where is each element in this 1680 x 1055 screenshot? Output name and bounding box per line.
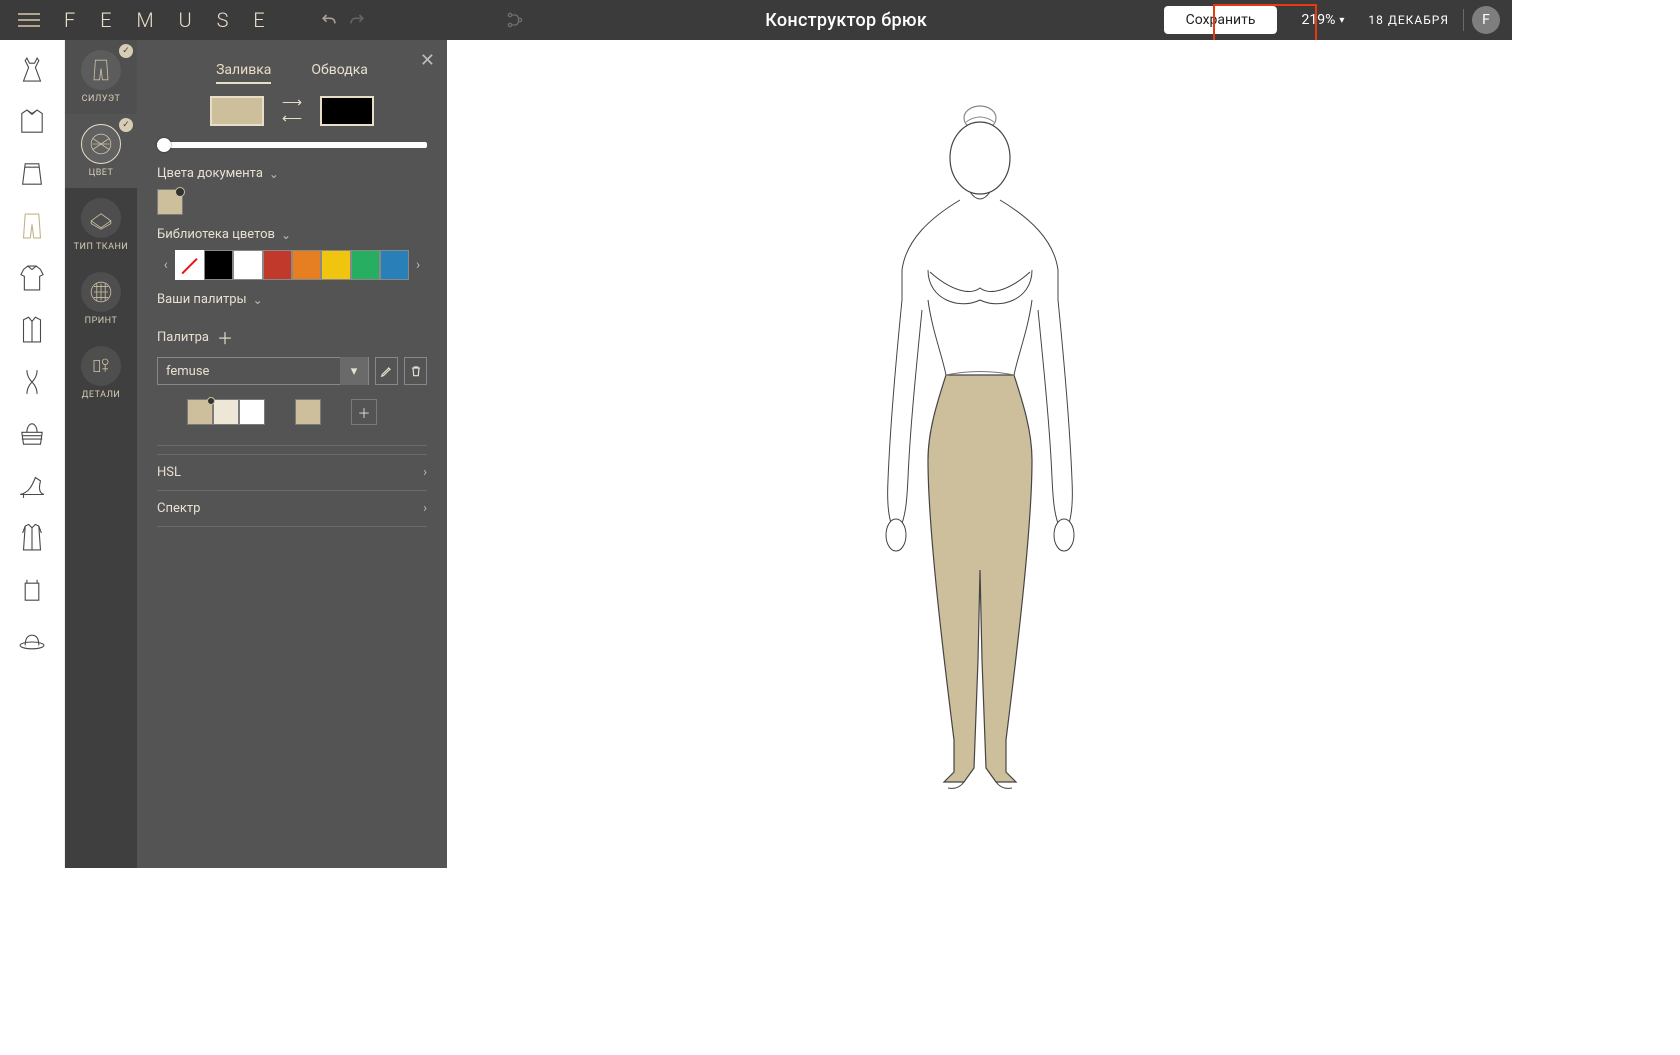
lib-swatch[interactable]	[321, 250, 350, 280]
section-doc-colors[interactable]: Цвета документа ⌄	[157, 166, 427, 181]
section-your-palettes[interactable]: Ваши палитры ⌄	[157, 292, 427, 307]
edit-palette-icon[interactable]	[375, 357, 398, 385]
chevron-down-icon: ⌄	[253, 293, 263, 307]
lib-swatch-none[interactable]	[175, 250, 204, 280]
stroke-swatch[interactable]	[320, 96, 374, 126]
your-palettes-label: Ваши палитры	[157, 292, 247, 307]
library-row: ‹ ›	[157, 250, 427, 280]
tab-fill[interactable]: Заливка	[216, 62, 271, 84]
section-color-library[interactable]: Библиотека цветов ⌄	[157, 227, 427, 242]
properties-panel: ✕ Заливка Обводка ⟶⟵ Цвета документа ⌄ Б…	[137, 40, 447, 868]
app-logo: F E M U S E	[64, 8, 275, 32]
palette-swatch[interactable]	[213, 399, 239, 425]
zoom-control[interactable]: 219% ▾	[1291, 8, 1354, 32]
cat-color-label: ЦВЕТ	[89, 168, 114, 178]
chevron-right-icon: ›	[423, 465, 427, 480]
swap-icon[interactable]: ⟶⟵	[282, 96, 302, 126]
redo-icon[interactable]	[343, 6, 371, 34]
fill-swatch[interactable]	[210, 96, 264, 126]
rail-sweater[interactable]	[10, 256, 54, 300]
cat-silhouette[interactable]: СИЛУЭТ	[65, 40, 137, 114]
palette-swatch[interactable]	[239, 399, 265, 425]
topbar: F E M U S E Конструктор брюк Сохранить 2…	[0, 0, 1512, 40]
swap-row: ⟶⟵	[157, 96, 427, 126]
doc-color-swatch[interactable]	[157, 189, 183, 215]
canvas[interactable]	[447, 40, 1512, 868]
slider-thumb[interactable]	[157, 138, 171, 152]
rail-top[interactable]	[10, 568, 54, 612]
palette-select[interactable]: ▾	[157, 357, 369, 385]
chevron-right-icon: ›	[423, 501, 427, 516]
rail-skirt[interactable]	[10, 152, 54, 196]
cat-color[interactable]: ЦВЕТ	[65, 114, 137, 188]
tab-stroke[interactable]: Обводка	[311, 62, 368, 84]
garment-rail	[0, 40, 65, 868]
row-hsl[interactable]: HSL ›	[157, 454, 427, 490]
avatar[interactable]: F	[1472, 6, 1500, 34]
color-library-label: Библиотека цветов	[157, 227, 275, 242]
fill-stroke-tabs: Заливка Обводка	[157, 62, 427, 84]
rail-coat[interactable]	[10, 516, 54, 560]
rail-jacket[interactable]	[10, 308, 54, 352]
delete-palette-icon[interactable]	[404, 357, 427, 385]
lib-swatch[interactable]	[351, 250, 380, 280]
chevron-down-icon: ⌄	[281, 228, 291, 242]
close-icon[interactable]: ✕	[420, 50, 435, 71]
branch-icon[interactable]	[501, 6, 529, 34]
rail-bag[interactable]	[10, 412, 54, 456]
save-button[interactable]: Сохранить	[1164, 6, 1278, 34]
date-label: 18 ДЕКАБРЯ	[1368, 13, 1449, 27]
row-spectrum[interactable]: Спектр ›	[157, 490, 427, 527]
mannequin-figure	[810, 100, 1150, 800]
cat-silhouette-label: СИЛУЭТ	[82, 94, 121, 104]
lib-swatch[interactable]	[263, 250, 292, 280]
category-column: СИЛУЭТ ЦВЕТ ТИП ТКАНИ ПРИНТ ДЕТАЛИ	[65, 40, 137, 868]
hamburger-icon[interactable]	[12, 7, 46, 33]
lib-swatch[interactable]	[204, 250, 233, 280]
hsl-label: HSL	[157, 465, 181, 480]
opacity-slider[interactable]	[157, 142, 427, 148]
check-icon	[119, 118, 133, 132]
rail-shirt[interactable]	[10, 100, 54, 144]
palette-swatch[interactable]	[295, 399, 321, 425]
palette-swatches: ＋	[157, 399, 427, 425]
cat-fabric-label: ТИП ТКАНИ	[74, 242, 129, 252]
chevron-down-icon: ▾	[1339, 15, 1344, 26]
palette-name-input[interactable]	[158, 364, 340, 379]
lib-prev-icon[interactable]: ‹	[157, 257, 175, 273]
lib-next-icon[interactable]: ›	[409, 257, 427, 273]
spectrum-label: Спектр	[157, 501, 200, 516]
divider	[1463, 9, 1464, 31]
rail-heels[interactable]	[10, 464, 54, 508]
palette-swatch[interactable]	[187, 399, 213, 425]
doc-colors-label: Цвета документа	[157, 166, 263, 181]
chevron-down-icon[interactable]: ▾	[340, 357, 368, 385]
lib-swatch[interactable]	[380, 250, 409, 280]
cat-print-label: ПРИНТ	[85, 316, 118, 326]
palette-selector-row: ▾	[157, 357, 427, 385]
rail-pants[interactable]	[10, 204, 54, 248]
add-palette-icon[interactable]: ＋	[217, 325, 233, 349]
cat-details[interactable]: ДЕТАЛИ	[65, 336, 137, 410]
cat-print[interactable]: ПРИНТ	[65, 262, 137, 336]
rail-hat[interactable]	[10, 620, 54, 664]
cat-fabric[interactable]: ТИП ТКАНИ	[65, 188, 137, 262]
zoom-value: 219%	[1301, 12, 1335, 28]
check-icon	[119, 44, 133, 58]
rail-dress[interactable]	[10, 48, 54, 92]
lib-swatch[interactable]	[233, 250, 262, 280]
palette-label: Палитра	[157, 330, 209, 345]
page-title: Конструктор брюк	[529, 10, 1164, 31]
add-swatch-icon[interactable]: ＋	[351, 399, 377, 425]
rail-swimsuit[interactable]	[10, 360, 54, 404]
chevron-down-icon: ⌄	[269, 167, 279, 181]
cat-details-label: ДЕТАЛИ	[82, 390, 121, 400]
lib-swatch[interactable]	[292, 250, 321, 280]
undo-icon[interactable]	[315, 6, 343, 34]
